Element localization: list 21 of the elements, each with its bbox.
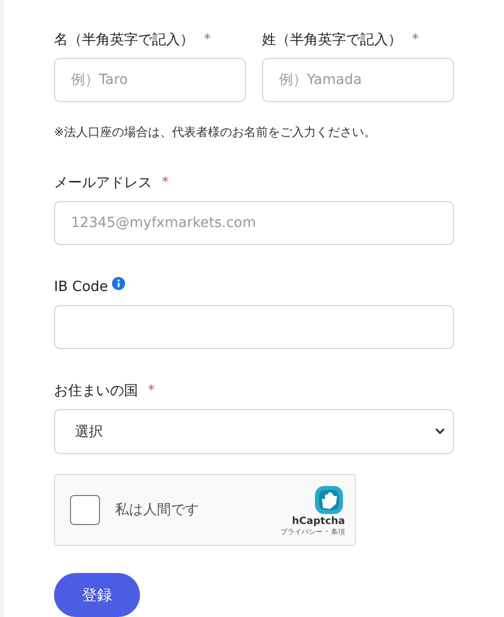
captcha-brand: hCaptcha [292,516,345,527]
info-icon[interactable] [112,277,126,290]
submit-button[interactable]: 登録 [54,573,140,617]
captcha-checkbox[interactable] [70,495,100,526]
chevron-icon [435,428,445,435]
required-asterisk: * [148,382,154,400]
note-text: ※法人口座の場合は、代表者様のお名前をご入力ください。 [54,124,378,141]
field-label: メールアドレス [54,174,152,193]
text-field[interactable]: 例）Taro [54,58,246,102]
text-field[interactable] [54,305,454,349]
country-select[interactable]: 選択 [54,409,454,454]
captcha-label: 私は人間です [115,501,200,520]
field-label: 姓（半角英字で記入） [262,31,402,50]
text-field[interactable]: 12345@myfxmarkets.com [54,201,454,245]
field-label: IB Code [54,278,108,297]
required-asterisk: * [412,31,418,49]
field-label: お住まいの国 [54,382,138,401]
text-field[interactable]: 例）Yamada [262,58,454,102]
field-label: 名（半角英字で記入） [54,31,194,50]
required-asterisk: * [204,31,210,49]
required-asterisk: * [162,174,168,192]
